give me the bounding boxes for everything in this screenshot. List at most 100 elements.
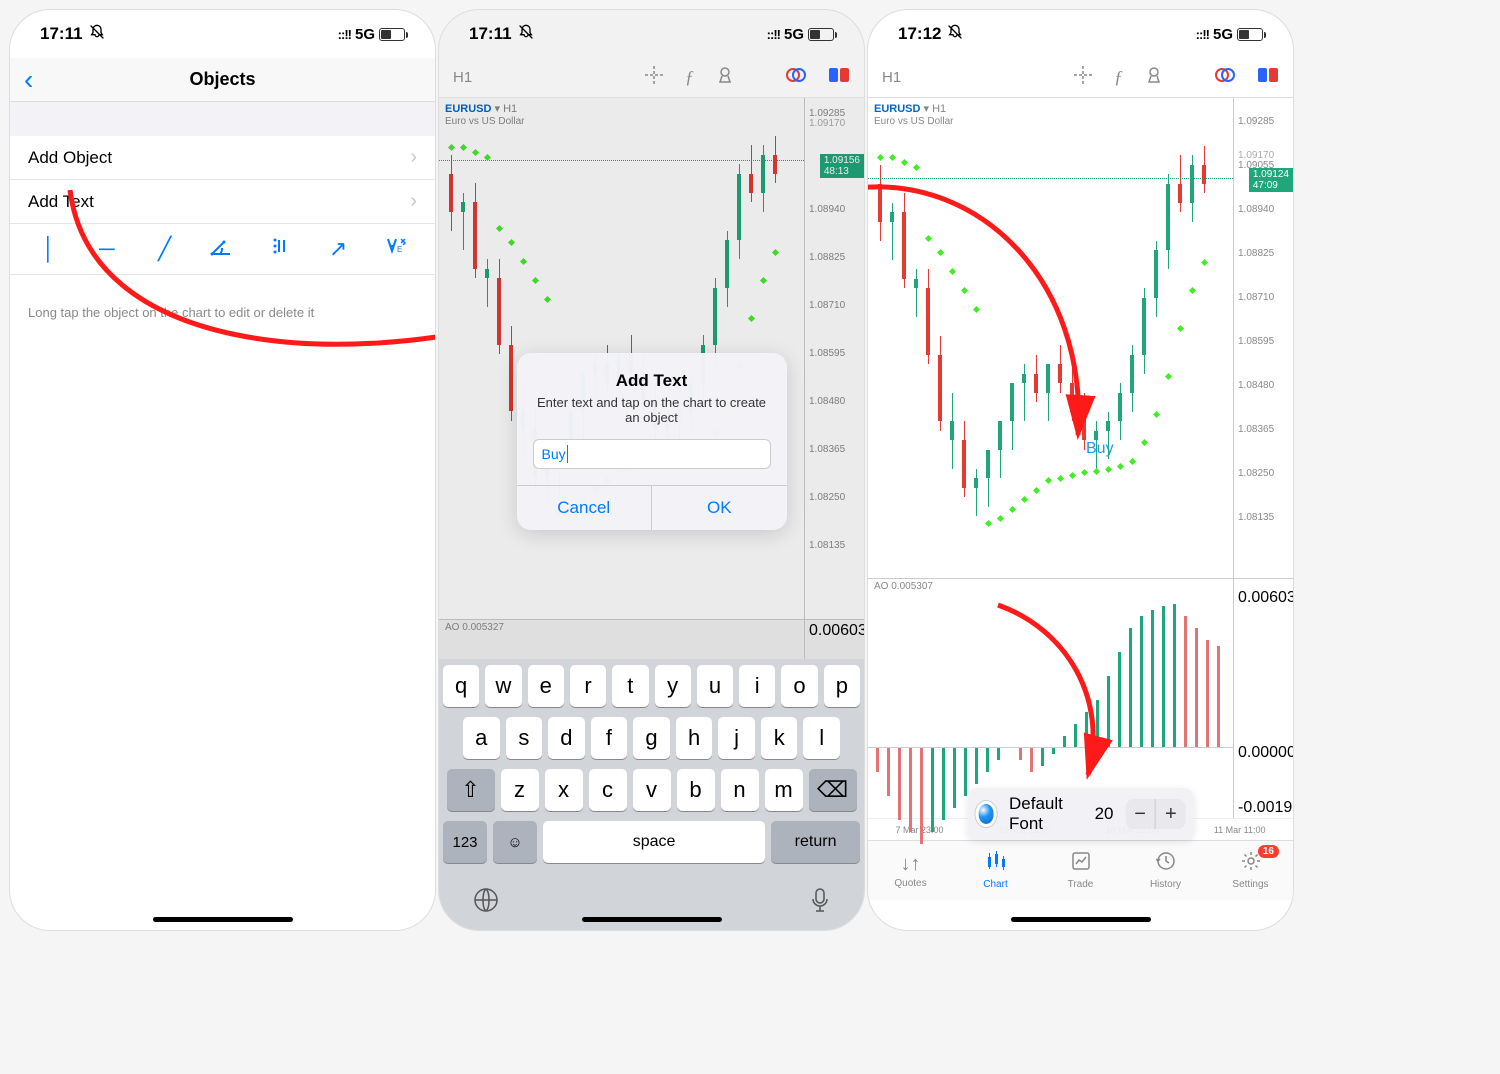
mic-icon[interactable] xyxy=(810,887,830,920)
crosshair-icon[interactable] xyxy=(645,66,663,89)
key-a[interactable]: a xyxy=(463,717,500,759)
key-j[interactable]: j xyxy=(718,717,755,759)
font-size-value: 20 xyxy=(1095,804,1114,824)
objects-icon[interactable] xyxy=(1145,66,1163,89)
decrease-size-button[interactable]: − xyxy=(1126,799,1156,829)
keyboard: qwertyuiop asdfghjkl ⇧ zxcvbnm ⌫ 123 ☺ s… xyxy=(439,659,864,930)
chart-icon xyxy=(985,851,1007,877)
network-label: 5G xyxy=(784,26,804,43)
history-icon xyxy=(1156,851,1176,877)
key-b[interactable]: b xyxy=(677,769,715,811)
key-r[interactable]: r xyxy=(570,665,606,707)
text-input[interactable]: Buy xyxy=(533,439,771,469)
timeframe-button[interactable]: H1 xyxy=(882,69,901,86)
numbers-key[interactable]: 123 xyxy=(443,821,487,863)
symbol-icon[interactable] xyxy=(786,66,806,89)
key-o[interactable]: o xyxy=(781,665,817,707)
dialog-title: Add Text xyxy=(517,353,787,395)
text-tool-icon[interactable]: E xyxy=(381,236,411,262)
placed-text-object[interactable]: Buy xyxy=(1086,440,1114,458)
tab-trade[interactable]: Trade xyxy=(1038,841,1123,900)
chart-toolbar: H1 ƒ xyxy=(868,58,1293,98)
key-p[interactable]: p xyxy=(824,665,860,707)
current-price-box: 1.0912447:09 xyxy=(1249,168,1293,192)
new-order-icon[interactable] xyxy=(828,66,850,89)
indicators-icon[interactable]: ƒ xyxy=(685,67,694,88)
screen-chart-result: 17:12 ::!! 5G H1 ƒ xyxy=(868,10,1293,930)
add-text-row[interactable]: Add Text › xyxy=(10,180,435,224)
ok-button[interactable]: OK xyxy=(652,486,787,530)
price-chart[interactable]: EURUSD ▾ H1 Euro vs US Dollar Buy 1.0917… xyxy=(868,98,1293,578)
key-w[interactable]: w xyxy=(485,665,521,707)
network-label: 5G xyxy=(1213,26,1233,43)
row-label: Add Object xyxy=(28,148,112,168)
timeframe-button[interactable]: H1 xyxy=(453,69,472,86)
status-time: 17:12 xyxy=(898,24,941,44)
oscillator-panel[interactable]: AO 0.005307 0.0060390.000000-0.001965 xyxy=(868,578,1293,818)
cancel-button[interactable]: Cancel xyxy=(517,486,653,530)
tab-history[interactable]: History xyxy=(1123,841,1208,900)
objects-icon[interactable] xyxy=(716,66,734,89)
increase-size-button[interactable]: + xyxy=(1156,799,1186,829)
key-y[interactable]: y xyxy=(655,665,691,707)
color-picker-button[interactable] xyxy=(975,801,997,827)
fibonacci-icon[interactable] xyxy=(265,236,295,262)
page-title: Objects xyxy=(189,69,255,90)
status-bar: 17:11 ::!! 5G xyxy=(10,10,435,58)
crosshair-icon[interactable] xyxy=(1074,66,1092,89)
key-k[interactable]: k xyxy=(761,717,798,759)
symbol-icon[interactable] xyxy=(1215,66,1235,89)
return-key[interactable]: return xyxy=(771,821,860,863)
globe-icon[interactable] xyxy=(473,887,499,920)
chevron-right-icon: › xyxy=(410,190,417,213)
key-s[interactable]: s xyxy=(506,717,543,759)
vertical-line-icon[interactable]: │ xyxy=(34,236,64,262)
battery-icon xyxy=(808,28,834,41)
key-l[interactable]: l xyxy=(803,717,840,759)
status-bar: 17:12 ::!! 5G xyxy=(868,10,1293,58)
font-button[interactable]: Default Font xyxy=(1009,794,1083,834)
battery-icon xyxy=(1237,28,1263,41)
key-u[interactable]: u xyxy=(697,665,733,707)
status-time: 17:11 xyxy=(469,24,512,44)
emoji-key[interactable]: ☺ xyxy=(493,821,537,863)
battery-icon xyxy=(379,28,405,41)
shift-key[interactable]: ⇧ xyxy=(447,769,495,811)
row-label: Add Text xyxy=(28,192,94,212)
font-size-stepper: − + xyxy=(1126,799,1186,829)
key-v[interactable]: v xyxy=(633,769,671,811)
key-m[interactable]: m xyxy=(765,769,803,811)
key-n[interactable]: n xyxy=(721,769,759,811)
add-object-row[interactable]: Add Object › xyxy=(10,136,435,180)
key-z[interactable]: z xyxy=(501,769,539,811)
tab-chart[interactable]: Chart xyxy=(953,841,1038,900)
key-x[interactable]: x xyxy=(545,769,583,811)
trendline-icon[interactable]: ╱ xyxy=(150,236,180,262)
silent-icon xyxy=(89,24,105,45)
key-i[interactable]: i xyxy=(739,665,775,707)
chevron-right-icon: › xyxy=(410,146,417,169)
key-h[interactable]: h xyxy=(676,717,713,759)
key-f[interactable]: f xyxy=(591,717,628,759)
indicators-icon[interactable]: ƒ xyxy=(1114,67,1123,88)
key-d[interactable]: d xyxy=(548,717,585,759)
hint-text: Long tap the object on the chart to edit… xyxy=(10,275,435,350)
tab-settings[interactable]: 16 Settings xyxy=(1208,841,1293,900)
angle-icon[interactable] xyxy=(207,236,237,262)
key-t[interactable]: t xyxy=(612,665,648,707)
home-indicator xyxy=(582,917,722,922)
tab-quotes[interactable]: ↓↑ Quotes xyxy=(868,841,953,900)
key-e[interactable]: e xyxy=(528,665,564,707)
horizontal-line-icon[interactable]: ─ xyxy=(92,236,122,262)
arrow-icon[interactable]: ↗ xyxy=(323,236,353,262)
quotes-icon: ↓↑ xyxy=(901,853,921,876)
back-button[interactable]: ‹ xyxy=(24,64,33,96)
chart-toolbar: H1 ƒ xyxy=(439,58,864,98)
key-q[interactable]: q xyxy=(443,665,479,707)
space-key[interactable]: space xyxy=(543,821,765,863)
new-order-icon[interactable] xyxy=(1257,66,1279,89)
key-c[interactable]: c xyxy=(589,769,627,811)
silent-icon xyxy=(518,24,534,45)
key-g[interactable]: g xyxy=(633,717,670,759)
backspace-key[interactable]: ⌫ xyxy=(809,769,857,811)
